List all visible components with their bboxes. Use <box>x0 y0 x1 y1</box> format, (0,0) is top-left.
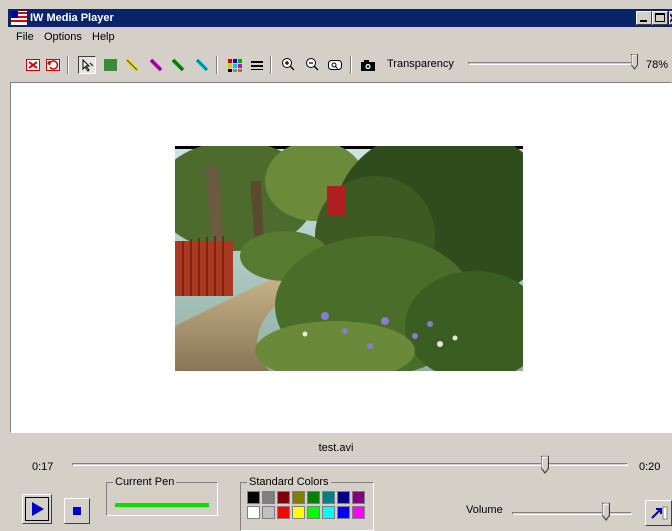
toolbar-separator <box>350 56 352 74</box>
standard-colors-group: Standard Colors <box>240 475 374 531</box>
minimize-icon <box>640 20 647 22</box>
toolbar-separator <box>67 56 69 74</box>
play-button[interactable] <box>22 494 52 524</box>
current-pen-group: Current Pen <box>106 475 218 516</box>
yellow-pen-button[interactable] <box>124 56 142 74</box>
color-swatch[interactable] <box>337 506 350 519</box>
zoom-out-button[interactable] <box>304 56 322 74</box>
zoom-fit-button[interactable] <box>326 56 344 74</box>
zoom-in-icon <box>282 58 295 71</box>
color-swatch[interactable] <box>322 506 335 519</box>
volume-slider[interactable] <box>512 512 632 515</box>
video-frame <box>175 146 523 371</box>
color-swatch[interactable] <box>292 491 305 504</box>
snapshot-button[interactable] <box>359 56 377 74</box>
standard-colors-label: Standard Colors <box>247 475 331 489</box>
zoom-fit-icon <box>328 60 342 70</box>
maximize-button[interactable] <box>652 11 668 25</box>
menu-options[interactable]: Options <box>44 30 82 44</box>
video-image <box>175 146 523 371</box>
stop-button[interactable] <box>64 498 90 524</box>
zoom-in-button[interactable] <box>280 56 298 74</box>
line-width-icon <box>251 61 263 70</box>
pen-cyan-icon <box>195 58 209 72</box>
minimize-button[interactable] <box>636 11 652 25</box>
total-time: 0:20 <box>639 461 661 473</box>
transparency-slider-thumb[interactable] <box>630 54 638 70</box>
color-swatch[interactable] <box>352 506 365 519</box>
pen-magenta-icon <box>149 58 163 72</box>
volume-label: Volume <box>466 504 503 516</box>
current-pen-preview <box>115 503 209 507</box>
current-pen-label: Current Pen <box>113 475 177 489</box>
undo-button[interactable] <box>44 56 62 74</box>
rectangle-icon <box>104 59 117 71</box>
rectangle-tool-button[interactable] <box>102 56 120 74</box>
play-icon <box>32 502 44 516</box>
camera-icon <box>361 60 375 71</box>
volume-slider-thumb[interactable] <box>601 502 610 522</box>
arrow-pointer-icon <box>82 58 94 72</box>
line-width-button[interactable] <box>248 56 266 74</box>
color-swatch[interactable] <box>262 491 275 504</box>
magenta-pen-button[interactable] <box>148 56 166 74</box>
video-display-area[interactable] <box>10 82 672 433</box>
current-time: 0:17 <box>32 461 54 473</box>
toolbar-separator <box>270 56 272 74</box>
media-player-window: IW Media Player File Options Help Transp… <box>0 0 672 531</box>
pen-yellow-icon <box>125 58 139 72</box>
maximize-icon <box>655 13 665 22</box>
toolbar-separator <box>216 56 218 74</box>
color-swatch[interactable] <box>247 491 260 504</box>
pen-green-icon <box>171 58 185 72</box>
toolbar: Transparency 78% <box>8 52 672 78</box>
zoom-out-icon <box>306 58 319 71</box>
color-swatch[interactable] <box>322 491 335 504</box>
title-bar[interactable]: IW Media Player <box>8 9 672 27</box>
color-swatch[interactable] <box>247 506 260 519</box>
cyan-pen-button[interactable] <box>194 56 212 74</box>
green-pen-button[interactable] <box>170 56 188 74</box>
color-palette-button[interactable] <box>226 56 244 74</box>
transparency-slider[interactable] <box>468 62 634 65</box>
menu-bar: File Options Help <box>8 28 672 46</box>
menu-file[interactable]: File <box>16 30 34 44</box>
seek-slider-thumb[interactable] <box>540 455 549 475</box>
color-swatch[interactable] <box>307 491 320 504</box>
stop-icon <box>73 507 81 515</box>
color-swatch[interactable] <box>262 506 275 519</box>
transparency-label: Transparency <box>387 58 454 70</box>
video-filename: test.avi <box>318 442 354 454</box>
clear-icon <box>26 59 40 71</box>
select-tool-button[interactable] <box>78 56 96 74</box>
menu-help[interactable]: Help <box>92 30 115 44</box>
color-swatch[interactable] <box>277 491 290 504</box>
app-icon <box>11 11 27 25</box>
fullscreen-button[interactable] <box>645 500 672 526</box>
color-swatch[interactable] <box>307 506 320 519</box>
window-title: IW Media Player <box>30 12 114 24</box>
expand-icon <box>651 506 668 520</box>
color-swatch[interactable] <box>337 491 350 504</box>
undo-icon <box>46 59 60 71</box>
color-swatch[interactable] <box>352 491 365 504</box>
color-swatch[interactable] <box>292 506 305 519</box>
color-grid-icon <box>228 59 242 72</box>
transparency-percent: 78% <box>646 59 669 71</box>
clear-button[interactable] <box>24 56 42 74</box>
color-swatch[interactable] <box>277 506 290 519</box>
